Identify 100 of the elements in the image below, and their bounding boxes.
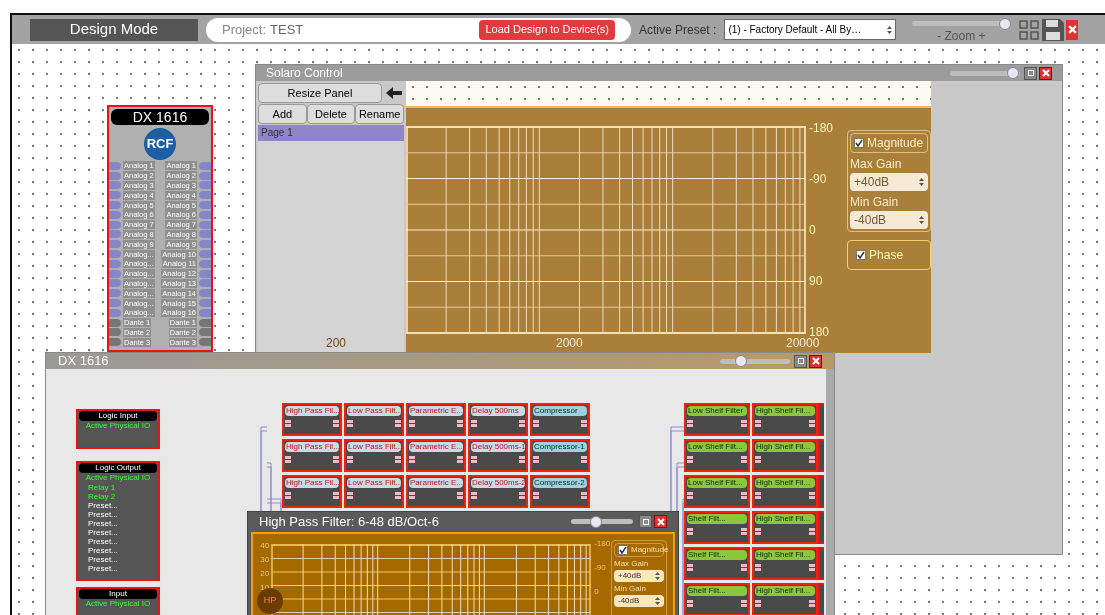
page-action-button[interactable]: Add <box>258 104 307 124</box>
slider[interactable] <box>571 515 633 528</box>
gain-select[interactable]: +40dB <box>850 173 928 191</box>
processing-block[interactable] <box>818 547 824 580</box>
channel-port[interactable] <box>199 161 211 170</box>
channel-port[interactable] <box>109 220 121 229</box>
channel-port[interactable] <box>199 279 211 288</box>
channel-port[interactable] <box>109 230 121 239</box>
io-block[interactable]: Logic Output Active Physical IO Relay 1 Relay 2 Preset... Preset... Preset... Preset... Preset... Preset... Preset... Preset... <box>76 461 160 581</box>
processing-block[interactable]: Parametric E... <box>406 403 466 436</box>
processing-block[interactable]: High Pass Fil... <box>282 475 342 508</box>
processing-block[interactable]: High Shelf Fil... <box>752 439 818 472</box>
page-action-button[interactable]: Delete <box>306 104 356 124</box>
processing-block[interactable]: Shelf Filt... <box>684 511 750 544</box>
processing-block[interactable]: Delay 500ms <box>468 403 528 436</box>
page-item[interactable]: Page 1 <box>258 125 404 141</box>
preset-select[interactable]: (1) - Factory Default - All By… <box>724 19 897 40</box>
device-block[interactable] <box>107 105 213 352</box>
channel-port[interactable] <box>109 318 121 327</box>
left-arrow-icon[interactable] <box>386 87 402 99</box>
slider-thumb[interactable] <box>589 515 602 528</box>
channel-port[interactable] <box>199 171 211 180</box>
channel-port[interactable] <box>109 201 121 210</box>
checkbox[interactable] <box>618 544 628 555</box>
channel-port[interactable] <box>199 250 211 259</box>
page-action-button[interactable]: Rename <box>355 104 404 124</box>
channel-port[interactable] <box>109 210 121 219</box>
channel-port[interactable] <box>109 191 121 200</box>
channel-port[interactable] <box>199 299 211 308</box>
processing-block[interactable] <box>818 583 824 615</box>
channel-port[interactable] <box>199 230 211 239</box>
processing-block[interactable]: Parametric E... <box>406 439 466 472</box>
channel-port[interactable] <box>199 240 211 249</box>
channel-port[interactable] <box>199 181 211 190</box>
grid-layout-icon[interactable] <box>1018 18 1041 41</box>
slider[interactable] <box>912 17 1011 30</box>
gain-select[interactable]: -40dB <box>850 211 928 229</box>
channel-port[interactable] <box>199 201 211 210</box>
processing-block[interactable]: Compressor-2 <box>530 475 590 508</box>
processing-block[interactable]: Shelf Filt... <box>684 583 750 615</box>
processing-block[interactable]: Parametric E... <box>406 475 466 508</box>
channel-port[interactable] <box>109 171 121 180</box>
processing-block[interactable] <box>818 403 824 436</box>
channel-port[interactable] <box>199 308 211 317</box>
channel-port[interactable] <box>109 269 121 278</box>
close-button[interactable] <box>654 515 667 529</box>
processing-block[interactable]: High Shelf Fil... <box>752 511 818 544</box>
maximize-button[interactable] <box>794 354 807 368</box>
processing-block[interactable]: Low Shelf Filt... <box>684 475 750 508</box>
load-design-button[interactable]: Load Design to Device(s) <box>479 19 615 40</box>
slider[interactable] <box>720 355 790 367</box>
channel-port[interactable] <box>199 318 211 327</box>
maximize-button[interactable] <box>639 515 652 529</box>
close-button[interactable] <box>809 354 822 368</box>
channel-port[interactable] <box>199 289 211 298</box>
processing-block[interactable]: High Pass Fil... <box>282 403 342 436</box>
channel-port[interactable] <box>109 259 121 268</box>
processing-block[interactable]: High Shelf Fil... <box>752 547 818 580</box>
processing-block[interactable] <box>818 511 824 544</box>
processing-block[interactable] <box>818 475 824 508</box>
channel-port[interactable] <box>199 328 211 337</box>
checkbox[interactable] <box>854 138 865 148</box>
processing-block[interactable]: Low Shelf Filt... <box>684 439 750 472</box>
processing-block[interactable] <box>818 439 824 472</box>
slider[interactable] <box>950 67 1020 79</box>
close-button[interactable] <box>1039 66 1052 80</box>
channel-port[interactable] <box>109 289 121 298</box>
channel-port[interactable] <box>109 240 121 249</box>
channel-port[interactable] <box>109 338 121 347</box>
channel-port[interactable] <box>199 191 211 200</box>
scrollbar[interactable] <box>826 369 834 615</box>
processing-block[interactable]: High Shelf Fil... <box>752 403 818 436</box>
channel-port[interactable] <box>199 338 211 347</box>
channel-port[interactable] <box>109 181 121 190</box>
processing-block[interactable]: High Pass Fil... <box>282 439 342 472</box>
channel-port[interactable] <box>199 259 211 268</box>
processing-block[interactable]: High Shelf Fil... <box>752 583 818 615</box>
checkbox[interactable] <box>856 250 867 260</box>
channel-port[interactable] <box>109 161 121 170</box>
channel-port[interactable] <box>199 210 211 219</box>
processing-block[interactable]: Low Shelf Filter <box>684 403 750 436</box>
channel-port[interactable] <box>199 269 211 278</box>
close-button[interactable] <box>1066 19 1079 40</box>
processing-block[interactable]: High Shelf Fil... <box>752 475 818 508</box>
resize-panel-button[interactable]: Resize Panel <box>258 83 382 103</box>
io-block[interactable]: Logic Input Active Physical IO <box>76 409 160 449</box>
processing-block[interactable]: Compressor <box>530 403 590 436</box>
slider-thumb[interactable] <box>999 17 1012 30</box>
save-icon[interactable] <box>1040 16 1067 43</box>
maximize-button[interactable] <box>1024 66 1037 80</box>
channel-port[interactable] <box>109 279 121 288</box>
slider-thumb[interactable] <box>735 355 747 367</box>
processing-block[interactable]: Delay 500ms-2 <box>468 475 528 508</box>
processing-block[interactable]: Shelf Filt... <box>684 547 750 580</box>
slider-thumb[interactable] <box>1007 67 1019 79</box>
channel-port[interactable] <box>109 328 121 337</box>
channel-port[interactable] <box>199 220 211 229</box>
processing-block[interactable]: Compressor-1 <box>530 439 590 472</box>
channel-port[interactable] <box>109 308 121 317</box>
gain-select[interactable]: -40dB <box>614 594 664 607</box>
